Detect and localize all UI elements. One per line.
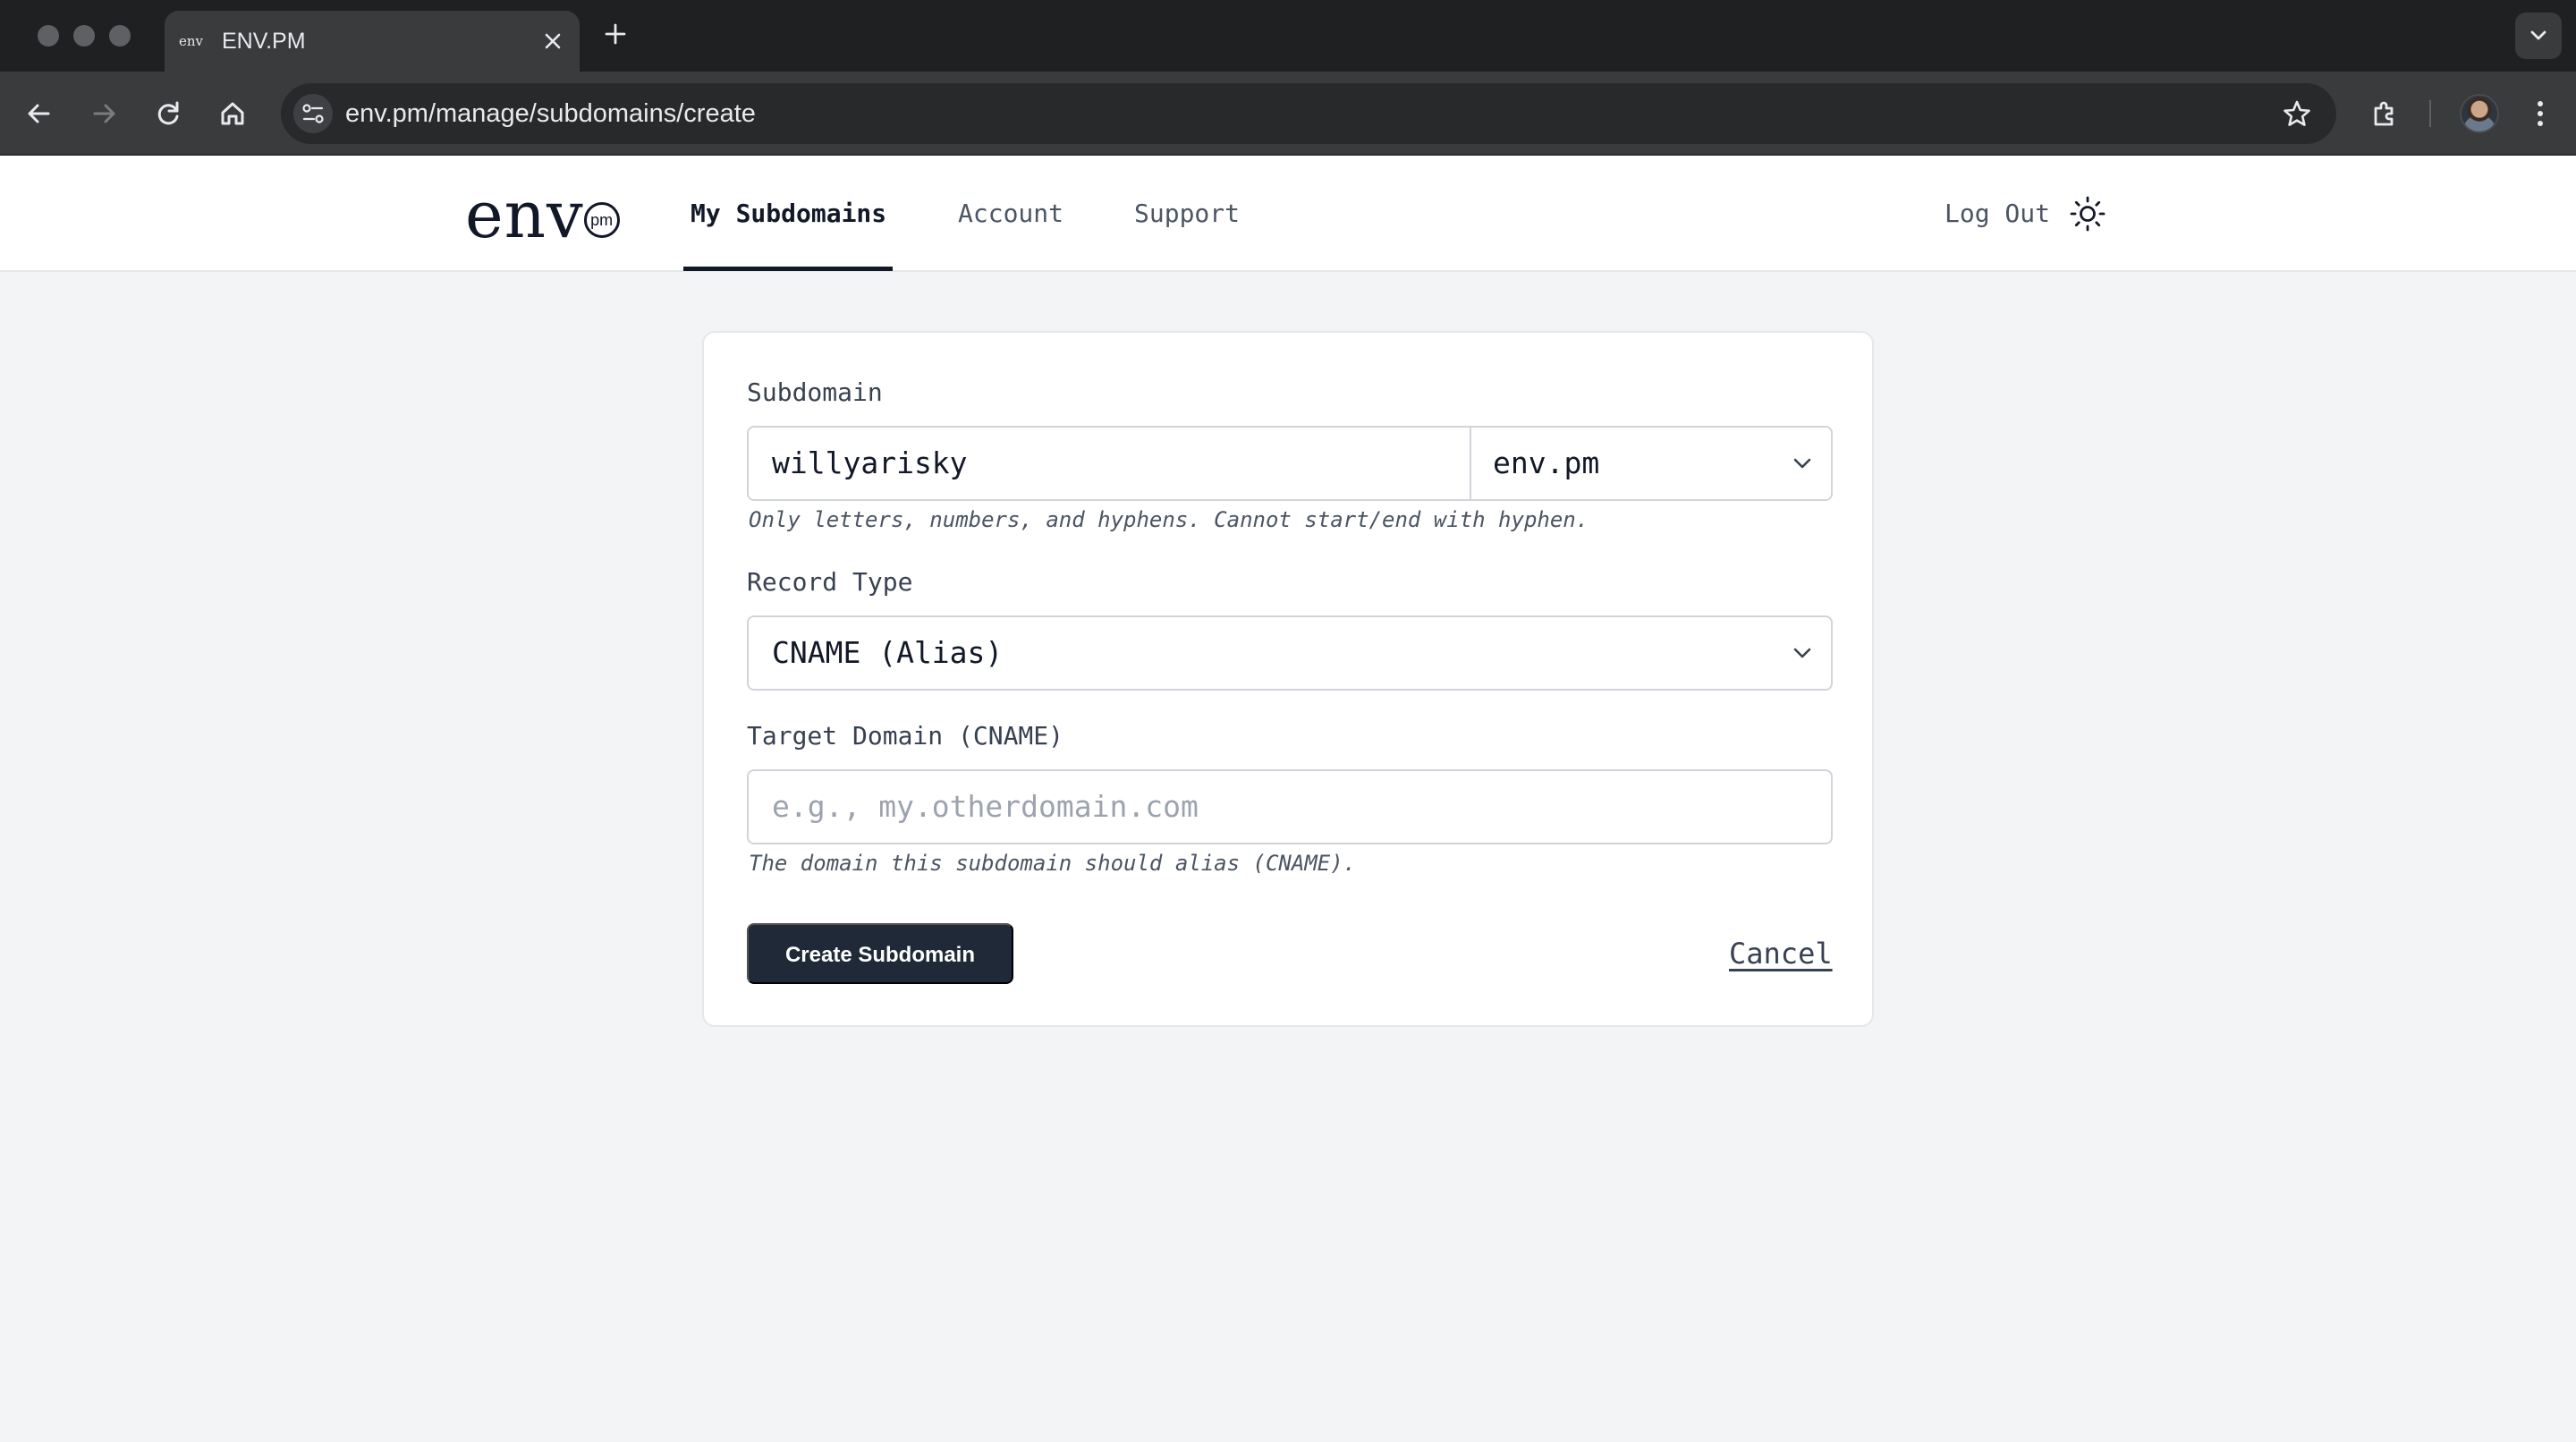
site-info-icon[interactable] bbox=[293, 94, 333, 133]
tab-title: ENV.PM bbox=[222, 29, 306, 54]
subdomain-hint: Only letters, numbers, and hyphens. Cann… bbox=[749, 507, 1589, 532]
window-maximize-dot[interactable] bbox=[109, 25, 131, 47]
bookmark-star-icon[interactable] bbox=[2277, 94, 2317, 133]
logo-wordmark: env bbox=[465, 177, 584, 252]
forward-icon[interactable] bbox=[82, 92, 125, 135]
target-domain-placeholder: e.g., my.otherdomain.com bbox=[772, 789, 1199, 824]
toolbar-divider bbox=[2429, 100, 2431, 127]
extensions-icon[interactable] bbox=[2363, 92, 2406, 135]
site-logo[interactable]: env pm bbox=[465, 179, 620, 250]
site-header: env pm My Subdomains Account Support Log… bbox=[0, 156, 2576, 272]
record-type-label: Record Type bbox=[747, 567, 913, 597]
new-tab-icon[interactable] bbox=[599, 18, 631, 50]
active-nav-indicator bbox=[683, 267, 893, 271]
subdomain-label: Subdomain bbox=[747, 377, 883, 407]
more-menu-icon[interactable] bbox=[2519, 92, 2562, 135]
create-subdomain-form: Subdomain willyarisky env.pm Only letter… bbox=[702, 331, 1874, 1027]
subdomain-field-group: willyarisky env.pm bbox=[747, 426, 1833, 501]
reload-icon[interactable] bbox=[147, 92, 190, 135]
tab-close-icon[interactable] bbox=[538, 27, 567, 55]
browser-tab-active[interactable]: env ENV.PM bbox=[165, 11, 580, 72]
domain-select[interactable]: env.pm bbox=[1493, 428, 1599, 499]
sun-icon[interactable] bbox=[2068, 194, 2107, 233]
nav-support[interactable]: Support bbox=[1134, 156, 1240, 272]
chevron-down-icon bbox=[1793, 648, 1811, 658]
window-close-dot[interactable] bbox=[38, 25, 59, 47]
target-domain-hint: The domain this subdomain should alias (… bbox=[749, 851, 1357, 876]
chevron-down-icon bbox=[2530, 30, 2546, 40]
home-icon[interactable] bbox=[211, 92, 254, 135]
window-minimize-dot[interactable] bbox=[73, 25, 95, 47]
record-type-value: CNAME (Alias) bbox=[772, 635, 1004, 670]
target-domain-label: Target Domain (CNAME) bbox=[747, 721, 1064, 751]
tab-search-button[interactable] bbox=[2515, 13, 2562, 59]
url-text[interactable]: env.pm/manage/subdomains/create bbox=[345, 83, 756, 144]
logout-link[interactable]: Log Out bbox=[1945, 156, 2050, 272]
logo-badge: pm bbox=[583, 202, 620, 238]
target-domain-input[interactable]: e.g., my.otherdomain.com bbox=[747, 769, 1833, 844]
nav-account[interactable]: Account bbox=[958, 156, 1063, 272]
cancel-link[interactable]: Cancel bbox=[1729, 923, 1833, 984]
field-divider bbox=[1470, 428, 1471, 499]
nav-my-subdomains[interactable]: My Subdomains bbox=[691, 156, 886, 272]
record-type-select[interactable]: CNAME (Alias) bbox=[747, 615, 1833, 691]
subdomain-input[interactable]: willyarisky bbox=[772, 428, 968, 499]
browser-tab-bar: env ENV.PM bbox=[0, 0, 2576, 72]
tab-favicon: env bbox=[179, 33, 204, 49]
browser-toolbar: env.pm/manage/subdomains/create bbox=[0, 72, 2576, 156]
address-bar[interactable]: env.pm/manage/subdomains/create bbox=[281, 83, 2336, 144]
profile-avatar[interactable] bbox=[2460, 94, 2499, 133]
back-icon[interactable] bbox=[18, 92, 61, 135]
chevron-down-icon bbox=[1793, 458, 1811, 469]
create-subdomain-button[interactable]: Create Subdomain bbox=[747, 923, 1013, 984]
